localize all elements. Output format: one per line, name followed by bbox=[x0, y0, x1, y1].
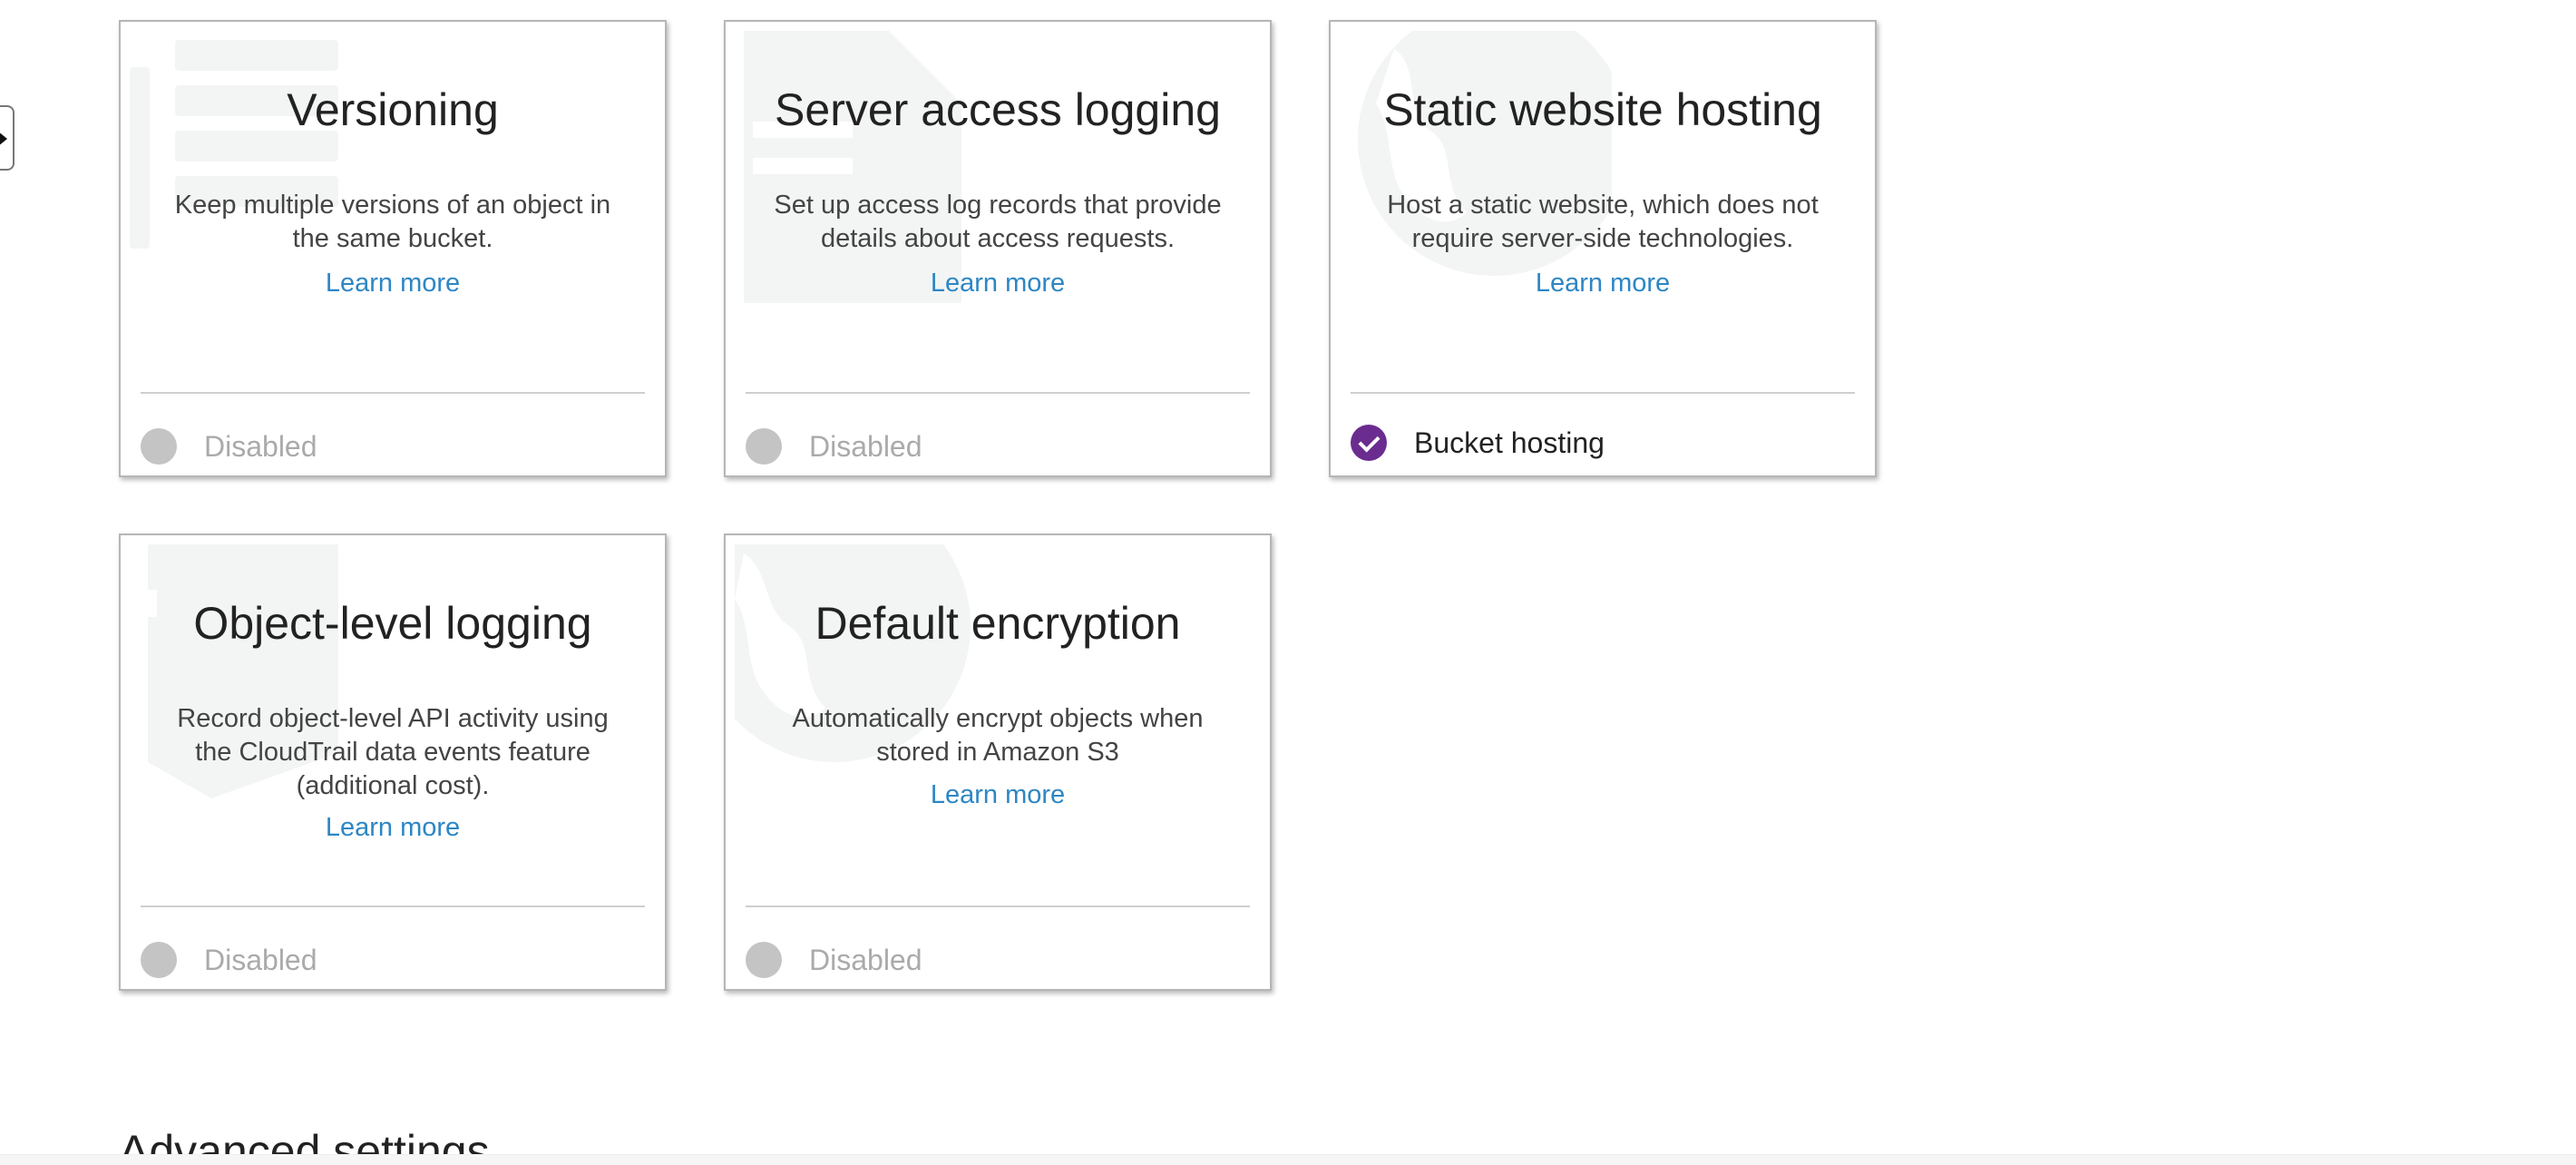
card-title: Default encryption bbox=[815, 598, 1181, 649]
card-divider bbox=[746, 392, 1250, 394]
status-disabled-icon bbox=[746, 942, 782, 978]
card-status: Bucket hosting bbox=[1351, 425, 1605, 461]
sidebar-toggle-button[interactable] bbox=[0, 105, 15, 171]
status-label: Bucket hosting bbox=[1414, 426, 1605, 459]
bottom-bar bbox=[0, 1154, 2576, 1165]
caret-right-icon bbox=[0, 131, 7, 147]
card-status: Disabled bbox=[141, 942, 317, 978]
globe-icon bbox=[735, 544, 971, 762]
status-enabled-check-icon bbox=[1351, 425, 1387, 461]
card-description: Automatically encrypt objects when store… bbox=[792, 704, 1204, 767]
card-status: Disabled bbox=[746, 942, 922, 978]
learn-more-link[interactable]: Learn more bbox=[726, 780, 1270, 810]
card-divider bbox=[1351, 392, 1855, 394]
card-status: Disabled bbox=[746, 428, 922, 465]
status-disabled-icon bbox=[746, 428, 782, 465]
card-description: Set up access log records that provide d… bbox=[774, 191, 1222, 253]
versioning-icon bbox=[130, 40, 338, 249]
status-disabled-icon bbox=[141, 942, 177, 978]
card-description: Keep multiple versions of an object in t… bbox=[174, 191, 611, 253]
card-description: Host a static website, which does not re… bbox=[1387, 191, 1819, 253]
card-description: Record object-level API activity using t… bbox=[177, 704, 609, 800]
card-divider bbox=[141, 906, 645, 907]
status-label: Disabled bbox=[204, 429, 317, 463]
card-title: Static website hosting bbox=[1383, 84, 1822, 135]
status-label: Disabled bbox=[809, 943, 922, 976]
card-title: Server access logging bbox=[775, 84, 1221, 135]
server-access-logging-card[interactable]: Server access logging Set up access log … bbox=[724, 20, 1272, 477]
learn-more-link[interactable]: Learn more bbox=[121, 813, 665, 843]
learn-more-link[interactable]: Learn more bbox=[121, 269, 665, 299]
card-divider bbox=[746, 906, 1250, 907]
static-website-hosting-card[interactable]: Static website hosting Host a static web… bbox=[1329, 20, 1877, 477]
properties-page: Versioning Keep multiple versions of an … bbox=[0, 0, 2576, 1165]
access-log-icon bbox=[744, 31, 961, 303]
learn-more-link[interactable]: Learn more bbox=[1331, 269, 1875, 299]
versioning-card[interactable]: Versioning Keep multiple versions of an … bbox=[119, 20, 667, 477]
status-disabled-icon bbox=[141, 428, 177, 465]
default-encryption-card[interactable]: Default encryption Automatically encrypt… bbox=[724, 534, 1272, 991]
card-status: Disabled bbox=[141, 428, 317, 465]
globe-icon bbox=[1358, 31, 1612, 276]
status-label: Disabled bbox=[809, 429, 922, 463]
learn-more-link[interactable]: Learn more bbox=[726, 269, 1270, 299]
card-title: Object-level logging bbox=[193, 598, 592, 649]
status-label: Disabled bbox=[204, 943, 317, 976]
card-title: Versioning bbox=[287, 84, 499, 135]
card-divider bbox=[141, 392, 645, 394]
object-level-logging-card[interactable]: Object-level logging Record object-level… bbox=[119, 534, 667, 991]
